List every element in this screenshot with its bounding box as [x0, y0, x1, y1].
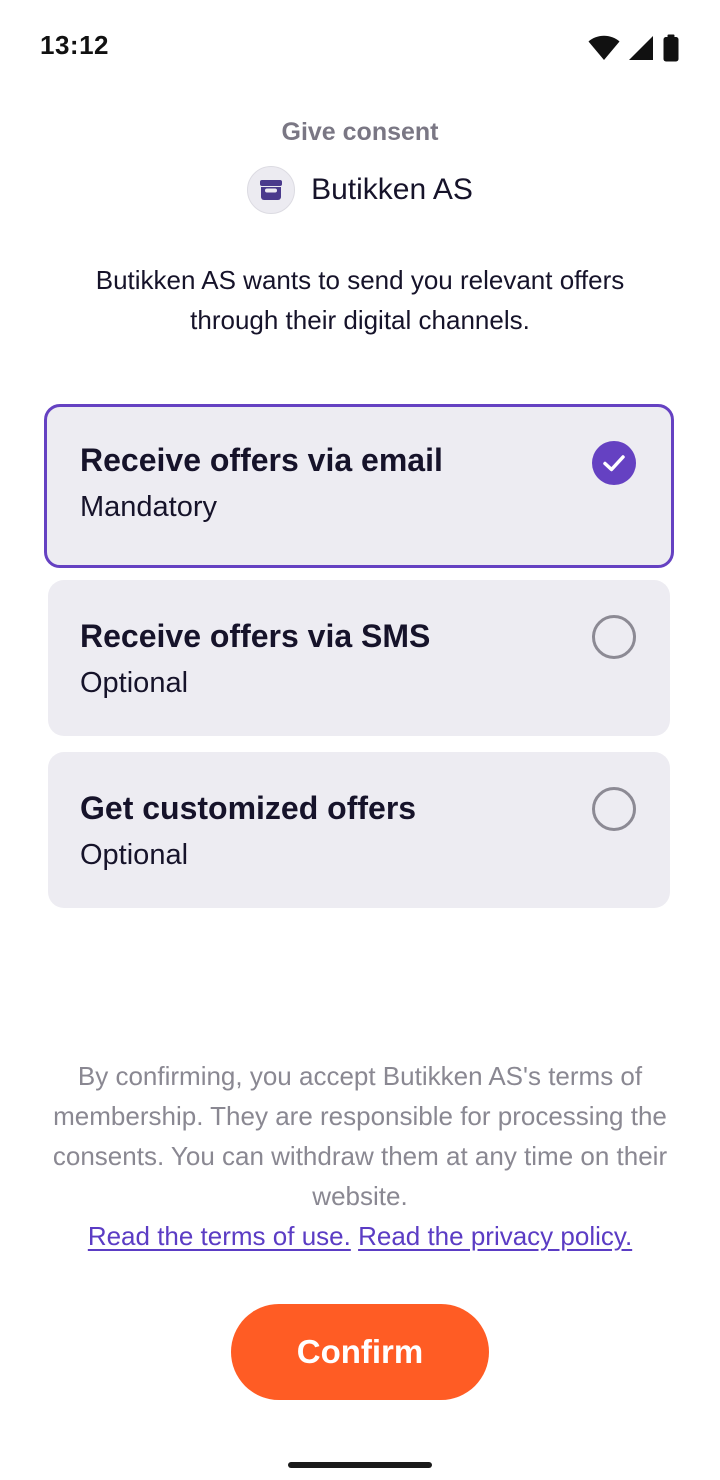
status-time: 13:12: [40, 30, 109, 60]
battery-icon: [662, 34, 680, 62]
option-email[interactable]: Receive offers via email Mandatory: [44, 404, 674, 568]
cellular-signal-icon: [628, 35, 654, 61]
page-title: Give consent: [281, 118, 439, 146]
option-subtitle: Optional: [80, 667, 189, 699]
legal-links: Read the terms of use. Read the privacy …: [38, 1216, 682, 1256]
option-title: Receive offers via SMS: [80, 618, 431, 654]
privacy-policy-link[interactable]: Read the privacy policy.: [358, 1221, 632, 1251]
terms-of-use-link[interactable]: Read the terms of use.: [88, 1221, 351, 1251]
option-sms[interactable]: Receive offers via SMS Optional: [48, 580, 670, 736]
unchecked-icon[interactable]: [592, 615, 636, 659]
home-indicator[interactable]: [288, 1462, 432, 1468]
merchant-header: Butikken AS: [0, 166, 720, 214]
unchecked-icon[interactable]: [592, 787, 636, 831]
confirm-button[interactable]: Confirm: [231, 1304, 489, 1400]
consent-description: Butikken AS wants to send you relevant o…: [95, 265, 625, 335]
terms-disclaimer: By confirming, you accept Butikken AS's …: [52, 1061, 668, 1211]
option-title: Get customized offers: [80, 790, 417, 826]
storefront-icon: [247, 166, 296, 214]
status-bar: 13:12: [0, 0, 720, 96]
option-subtitle: Mandatory: [80, 491, 218, 523]
checked-icon[interactable]: [592, 441, 636, 485]
status-icons: [588, 34, 680, 62]
option-title: Receive offers via email: [80, 442, 443, 478]
wifi-icon: [588, 35, 620, 61]
option-subtitle: Optional: [80, 839, 189, 871]
option-customized-offers[interactable]: Get customized offers Optional: [48, 752, 670, 908]
merchant-name: Butikken AS: [311, 173, 473, 206]
